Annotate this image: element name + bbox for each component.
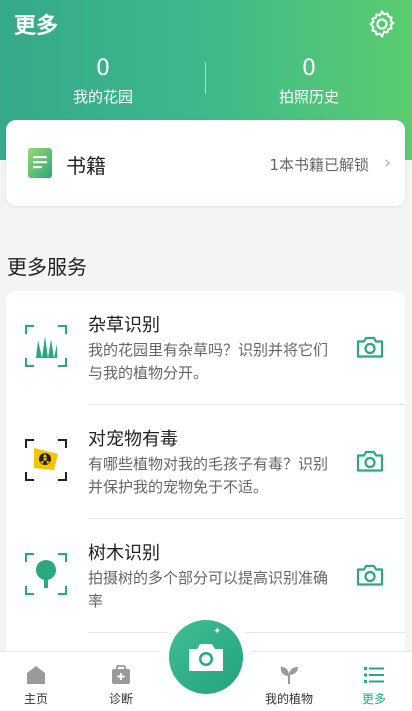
- tab-label: 诊断: [108, 692, 133, 706]
- tab-diagnose[interactable]: 诊断: [91, 652, 151, 711]
- garden-count: 0: [96, 56, 110, 81]
- camera-fab-button[interactable]: [169, 620, 243, 694]
- camera-icon[interactable]: [354, 559, 386, 591]
- tab-home[interactable]: 主页: [6, 652, 66, 711]
- pet-toxic-icon: [25, 439, 67, 481]
- diagnose-icon: [112, 665, 130, 684]
- service-name: 对宠物有毒: [88, 429, 178, 450]
- home-icon: [27, 666, 45, 684]
- tree-icon: [25, 553, 67, 595]
- chevron-right-icon: ›: [384, 153, 391, 173]
- weed-icon: [25, 325, 67, 367]
- service-weed-id[interactable]: 杂草识别 我的花园里有杂草吗？识别并将它们与我的植物分开。: [6, 291, 405, 405]
- books-card[interactable]: 书籍 1本书籍已解锁 ›: [6, 120, 405, 206]
- tab-more[interactable]: 更多: [344, 652, 404, 711]
- tab-my-plants[interactable]: 我的植物: [259, 652, 319, 711]
- service-name: 树木识别: [88, 543, 160, 564]
- divider: [88, 632, 405, 633]
- service-desc: 拍摄树的多个部分可以提高识别准确率: [88, 569, 329, 610]
- service-desc: 有哪些植物对我的毛孩子有毒？识别并保护我的宠物免于不适。: [88, 455, 329, 496]
- sprout-icon: [280, 667, 298, 684]
- stat-photo-history[interactable]: 0 拍照历史: [206, 56, 412, 107]
- camera-icon: [189, 644, 223, 671]
- tab-label: 主页: [23, 692, 48, 706]
- service-name: 杂草识别: [88, 315, 160, 336]
- settings-gear-icon[interactable]: [366, 8, 398, 40]
- books-status: 1本书籍已解锁: [269, 156, 369, 174]
- camera-icon[interactable]: [354, 445, 386, 477]
- section-title: 更多服务: [7, 255, 87, 279]
- page-title: 更多: [14, 14, 59, 39]
- tab-label: 我的植物: [264, 692, 313, 706]
- stat-my-garden[interactable]: 0 我的花园: [0, 56, 206, 107]
- garden-label: 我的花园: [72, 88, 133, 106]
- tab-label: 更多: [361, 692, 386, 706]
- books-title: 书籍: [66, 154, 106, 178]
- sparkle-icon: ✦: [222, 617, 229, 626]
- sparkle-icon: ✦: [213, 626, 222, 637]
- service-pet-toxic[interactable]: 对宠物有毒 有哪些植物对我的毛孩子有毒？识别并保护我的宠物免于不适。: [6, 405, 405, 519]
- camera-icon[interactable]: [354, 331, 386, 363]
- book-icon: [28, 148, 52, 178]
- history-count: 0: [302, 56, 316, 81]
- services-list: 杂草识别 我的花园里有杂草吗？识别并将它们与我的植物分开。 对宠物有毒 有哪些植…: [6, 291, 405, 651]
- list-icon: [364, 667, 384, 683]
- service-desc: 我的花园里有杂草吗？识别并将它们与我的植物分开。: [88, 341, 329, 382]
- history-label: 拍照历史: [278, 88, 339, 106]
